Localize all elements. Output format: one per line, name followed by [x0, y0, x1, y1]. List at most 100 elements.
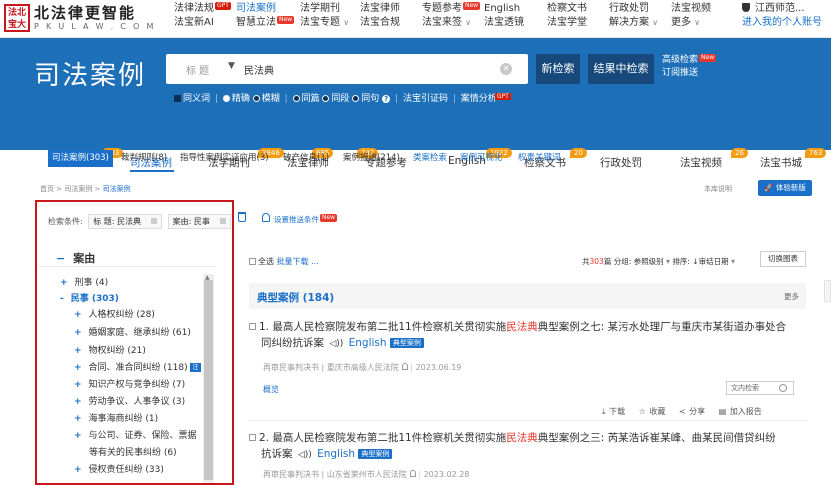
- account-area[interactable]: 江西师范... 进入我的个人账号: [742, 2, 822, 30]
- set-push-conditions-link[interactable]: 设置推送条件 New: [274, 214, 338, 225]
- fuzzy-label[interactable]: 模糊: [262, 94, 280, 104]
- synonym-label[interactable]: 同义词: [183, 94, 210, 104]
- nav-col-4[interactable]: 法宝律师 法宝合规: [360, 2, 400, 30]
- nav-more[interactable]: 更多: [671, 17, 691, 28]
- site-logo[interactable]: 法北宝大 北法律更智能 P K U L A W . C O M: [4, 2, 156, 34]
- subtab-guiding-cases[interactable]: 指导性案例实证应用(3): [180, 150, 269, 167]
- nav-col-5[interactable]: 专题参考 New 法宝来签 ∨: [422, 2, 481, 30]
- personal-account-link[interactable]: 进入我的个人账号: [742, 17, 822, 28]
- try-new-version-button[interactable]: 🚀 体验新版: [758, 180, 812, 196]
- expand-icon[interactable]: +: [74, 397, 82, 407]
- trash-icon[interactable]: [238, 212, 246, 222]
- nav-cases[interactable]: 司法案例: [236, 3, 276, 14]
- share-button[interactable]: ≺ 分享: [679, 406, 705, 417]
- tree-item[interactable]: + 刑事 (4): [60, 277, 108, 290]
- expand-icon[interactable]: +: [74, 414, 82, 424]
- caret-down-icon[interactable]: ▾: [731, 257, 735, 266]
- nav-videos[interactable]: 法宝视频: [671, 3, 711, 14]
- nav-penalties[interactable]: 行政处罚: [609, 3, 649, 14]
- help-icon[interactable]: ?: [382, 95, 391, 103]
- same-para-radio[interactable]: [322, 95, 330, 102]
- nav-col-1[interactable]: 法律法规 GPT 法宝新AI: [174, 2, 231, 30]
- same-para-label[interactable]: 同段: [331, 94, 349, 104]
- nav-col-9[interactable]: 法宝视频 更多 ∨: [671, 2, 711, 30]
- tree-item-selected[interactable]: - 民事 (303): [60, 293, 119, 306]
- nav-references[interactable]: 专题参考: [422, 3, 462, 14]
- tree-item-continued[interactable]: 等有关的民事纠纷 (6): [89, 447, 177, 460]
- remove-icon[interactable]: [151, 218, 158, 224]
- clear-icon[interactable]: ✕: [500, 63, 512, 75]
- result-title-link[interactable]: 1. 最高人民检察院发布第二批11件检察机关贯彻实施民法典典型案例之七: 某污水…: [259, 321, 786, 333]
- collapse-icon[interactable]: −: [56, 252, 65, 265]
- result-title-link[interactable]: 2. 最高人民检察院发布第二批11件检察机关贯彻实施民法典典型案例之三: 芮某浩…: [259, 432, 776, 444]
- subtab-bankruptcy[interactable]: 破产信息(1): [283, 150, 329, 167]
- select-all-checkbox[interactable]: [249, 258, 256, 265]
- nav-col-2[interactable]: 司法案例 智慧立法 New: [236, 2, 295, 30]
- more-actions[interactable]: ...: [311, 257, 319, 266]
- result-checkbox[interactable]: [249, 434, 256, 441]
- tree-item[interactable]: + 侵权责任纠纷 (33): [74, 464, 164, 477]
- breadcrumb-mid[interactable]: 司法案例: [64, 185, 92, 193]
- condition-chip-cause[interactable]: 案由: 民事: [167, 214, 231, 229]
- search-icon[interactable]: [779, 384, 787, 392]
- audio-icon[interactable]: ◁)): [298, 450, 312, 460]
- search-field-select[interactable]: 标 题: [186, 62, 209, 77]
- expand-icon[interactable]: +: [74, 363, 82, 373]
- nav-academy[interactable]: 法宝学堂: [547, 17, 587, 28]
- remove-icon[interactable]: [219, 218, 226, 224]
- bookmark-icon[interactable]: [401, 363, 408, 370]
- tree-item[interactable]: + 婚姻家庭、继承纠纷 (61): [74, 327, 191, 340]
- in-text-search-input[interactable]: 文内检索: [726, 381, 794, 395]
- nav-col-3[interactable]: 法学期刊 法宝专题 ∨: [300, 2, 349, 30]
- subscribe-link[interactable]: 订阅推送: [662, 68, 698, 78]
- db-help-link[interactable]: 本库说明: [704, 184, 732, 194]
- tree-item[interactable]: + 人格权纠纷 (28): [74, 309, 155, 322]
- side-float-tab[interactable]: [824, 280, 831, 302]
- audio-icon[interactable]: ◁)): [329, 339, 343, 349]
- expand-icon[interactable]: +: [74, 310, 82, 320]
- tree-item[interactable]: + 海事海商纠纷 (1): [74, 413, 158, 426]
- subtab-reports[interactable]: 案例报道(214): [343, 150, 400, 167]
- condition-chip-title[interactable]: 标 题: 民法典: [88, 214, 163, 229]
- nav-laws[interactable]: 法律法规: [174, 3, 214, 14]
- download-button[interactable]: ⤓ 下载: [602, 406, 625, 417]
- more-link[interactable]: 更多: [784, 291, 799, 302]
- batch-download-link[interactable]: 批量下载: [277, 257, 309, 266]
- same-article-label[interactable]: 同篇: [302, 94, 320, 104]
- overview-link[interactable]: 概览: [263, 384, 279, 395]
- collapse-icon[interactable]: -: [60, 294, 64, 304]
- cite-code-link[interactable]: 法宝引证码: [403, 94, 448, 104]
- group-select[interactable]: 分组: 参照级别: [614, 257, 664, 266]
- new-search-button[interactable]: 新检索: [536, 54, 580, 84]
- subtab-similar-cases[interactable]: 类案检索: [413, 150, 447, 167]
- nav-smart-legislation[interactable]: 智慧立法: [236, 17, 276, 28]
- nav-lawyers[interactable]: 法宝律师: [360, 3, 400, 14]
- subtab-visualization[interactable]: 案例可视化: [460, 150, 503, 167]
- subtab-rules[interactable]: 裁判规则(8): [121, 150, 167, 167]
- result-checkbox[interactable]: [249, 323, 256, 330]
- select-all-label[interactable]: 全选: [258, 257, 274, 266]
- advanced-search[interactable]: 高级检索 New 订阅推送: [662, 54, 717, 80]
- caret-down-icon[interactable]: ▼: [228, 61, 235, 71]
- expand-icon[interactable]: +: [74, 380, 82, 390]
- nav-col-8[interactable]: 行政处罚 解决方案 ∨: [609, 2, 658, 30]
- exact-radio[interactable]: [222, 95, 230, 102]
- scroll-thumb[interactable]: [204, 280, 213, 480]
- nav-new-ai[interactable]: 法宝新AI: [174, 17, 214, 28]
- add-report-button[interactable]: ▤ 加入报告: [719, 406, 762, 417]
- search-in-results-button[interactable]: 结果中检索: [588, 54, 654, 84]
- nav-procuratorate[interactable]: 检察文书: [547, 3, 587, 14]
- advanced-search-link[interactable]: 高级检索: [662, 55, 698, 65]
- same-sentence-radio[interactable]: [352, 95, 360, 102]
- tree-item[interactable]: + 与公司、证券、保险、票据: [74, 430, 197, 443]
- sort-select[interactable]: 排序: ↓审结日期: [672, 257, 728, 266]
- same-article-radio[interactable]: [292, 95, 300, 102]
- bookmark-icon[interactable]: [409, 470, 416, 477]
- tree-title[interactable]: − 案由: [56, 250, 95, 266]
- tree-item[interactable]: + 合同、准合同纠纷 (118) 注: [74, 362, 201, 375]
- exact-label[interactable]: 精确: [232, 94, 250, 104]
- expand-icon[interactable]: +: [60, 278, 68, 288]
- expand-icon[interactable]: +: [74, 328, 82, 338]
- nav-journals[interactable]: 法学期刊: [300, 3, 340, 14]
- fuzzy-radio[interactable]: [252, 95, 260, 102]
